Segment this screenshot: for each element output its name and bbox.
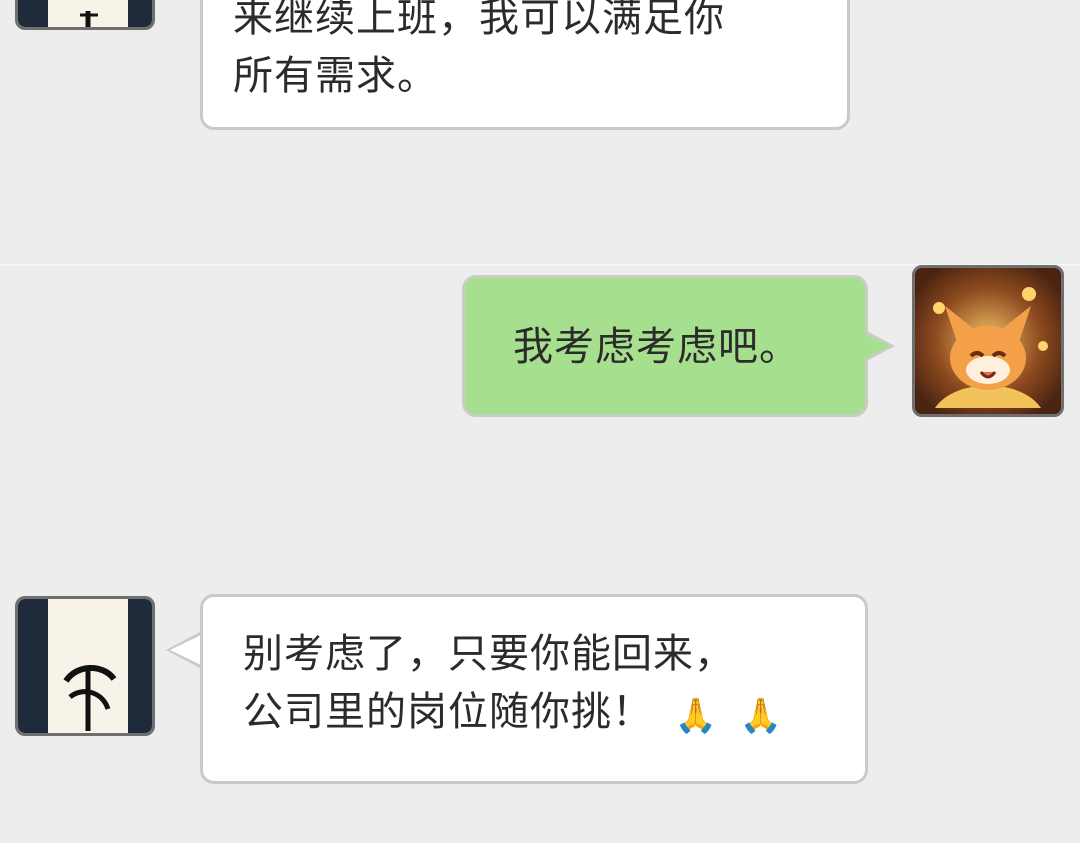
message-bubble-3[interactable]: 别考虑了，只要你能回来， 公司里的岗位随你挑！ 🙏 🙏 — [200, 594, 868, 784]
message-text: 我考虑考虑吧。 — [513, 324, 800, 370]
contact-avatar-bottom[interactable] — [15, 596, 155, 736]
user-avatar[interactable] — [912, 265, 1064, 417]
message-line: 来继续上班，我可以满足你 — [233, 0, 725, 41]
message-line: 公司里的岗位随你挑！ 🙏 🙏 — [243, 683, 835, 745]
pray-emoji-icon: 🙏 — [739, 696, 784, 736]
message-line: 别考虑了，只要你能回来， — [243, 631, 735, 677]
chat-thread: 来继续上班，我可以满足你 所有需求。 我考虑考虑吧。 别考虑了，只要你能回来， … — [0, 0, 1080, 843]
contact-avatar-top[interactable] — [15, 0, 155, 30]
fox-avatar-icon — [915, 268, 1061, 414]
calligraphy-avatar-icon — [18, 599, 152, 733]
pray-emoji-icon: 🙏 — [674, 696, 719, 736]
message-line: 所有需求。 — [233, 53, 438, 99]
bubble-tail-right-fill — [863, 333, 890, 359]
message-text: 公司里的岗位随你挑！ — [243, 689, 653, 735]
bubble-tail-left-fill — [170, 635, 201, 665]
message-bubble-1[interactable]: 来继续上班，我可以满足你 所有需求。 — [200, 0, 850, 130]
calligraphy-avatar-icon — [18, 0, 152, 27]
message-bubble-2[interactable]: 我考虑考虑吧。 — [462, 275, 868, 417]
